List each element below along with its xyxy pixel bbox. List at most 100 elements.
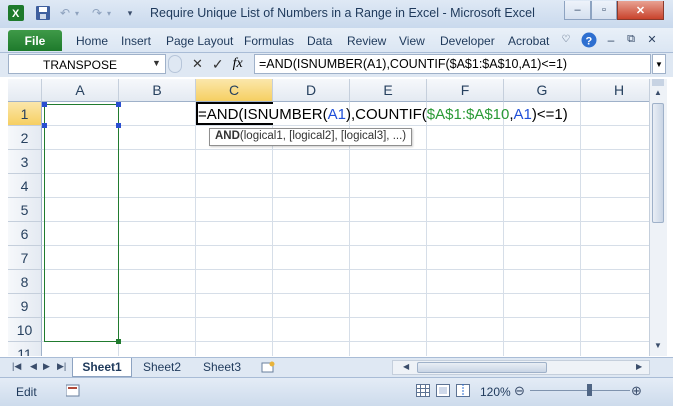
file-tab[interactable]: File [8, 30, 62, 51]
column-header-h[interactable]: H [581, 79, 649, 102]
scroll-up-icon[interactable]: ▲ [652, 88, 664, 101]
select-all-corner[interactable] [8, 79, 42, 102]
tab-review[interactable]: Review [347, 34, 386, 48]
range-handle[interactable] [42, 102, 47, 107]
range-handle[interactable] [116, 339, 121, 344]
prev-sheet-icon[interactable]: ◀ [30, 361, 37, 372]
customize-toolbar-icon[interactable]: ▾ [125, 5, 135, 21]
function-tooltip[interactable]: AND(logical1, [logical2], [logical3], ..… [209, 128, 413, 146]
column-header-g[interactable]: G [504, 79, 581, 102]
close-button[interactable]: ✕ [617, 1, 664, 20]
tab-home[interactable]: Home [76, 34, 108, 48]
next-sheet-icon[interactable]: ▶ [43, 361, 50, 372]
range-handle[interactable] [42, 123, 47, 128]
normal-view-icon[interactable] [416, 384, 430, 401]
row-header-11[interactable]: 11 [8, 342, 42, 356]
sheet-tab-sheet1[interactable]: Sheet1 [72, 358, 132, 377]
split-box-icon[interactable] [652, 79, 664, 86]
column-header-c[interactable]: C [196, 79, 273, 102]
save-icon[interactable] [35, 5, 51, 21]
formula-input[interactable]: =AND(ISNUMBER(A1),COUNTIF($A$1:$A$10,A1)… [254, 54, 651, 74]
tab-acrobat[interactable]: Acrobat [508, 34, 549, 48]
column-header-b[interactable]: B [119, 79, 196, 102]
excel-logo-icon[interactable]: X [7, 5, 25, 21]
name-box[interactable]: TRANSPOSE [8, 54, 166, 74]
last-sheet-icon[interactable]: ▶| [57, 361, 66, 372]
sheet-tabs-bar: |◀ ◀ ▶ ▶| Sheet1 Sheet2 Sheet3 ◀ ▶ [0, 357, 673, 378]
row-header-4[interactable]: 4 [8, 174, 42, 198]
row-header-6[interactable]: 6 [8, 222, 42, 246]
formula-token: $A$1:$A$10 [426, 106, 510, 123]
formula-token: A1 [513, 106, 532, 123]
column-header-f[interactable]: F [427, 79, 504, 102]
redo-icon[interactable]: ↷ [90, 5, 104, 21]
workbook-restore-icon[interactable]: ⧉ [625, 31, 637, 48]
chevron-down-icon[interactable]: ▼ [152, 58, 161, 68]
workbook-close-icon[interactable]: ✕ [646, 31, 658, 48]
column-header-e[interactable]: E [350, 79, 427, 102]
row-header-9[interactable]: 9 [8, 294, 42, 318]
page-layout-view-icon[interactable] [436, 384, 450, 401]
insert-sheet-icon[interactable] [258, 358, 278, 376]
restore-button[interactable]: ▫ [591, 1, 617, 20]
title-bar: X ↶ ▾ ↷ ▾ ▾ Require Unique List of Numbe… [0, 0, 673, 29]
vertical-scrollbar[interactable]: ▲ ▼ [649, 79, 667, 356]
status-bar: Edit 120% ⊖ ⊕ [0, 377, 673, 406]
row-header-7[interactable]: 7 [8, 246, 42, 270]
scroll-right-icon[interactable]: ▶ [636, 362, 642, 371]
row-header-3[interactable]: 3 [8, 150, 42, 174]
tab-developer[interactable]: Developer [440, 34, 495, 48]
row-header-5[interactable]: 5 [8, 198, 42, 222]
zoom-slider-thumb[interactable] [587, 384, 592, 396]
tab-page-layout[interactable]: Page Layout [166, 34, 233, 48]
enter-icon[interactable]: ✓ [212, 56, 224, 73]
ribbon-tabs: File Home Insert Page Layout Formulas Da… [0, 28, 673, 53]
column-header-d[interactable]: D [273, 79, 350, 102]
formula-token: =AND(ISNUMBER( [198, 106, 328, 123]
zoom-in-icon[interactable]: ⊕ [631, 383, 642, 399]
status-mode: Edit [16, 385, 37, 399]
formula-bar-resize-icon[interactable] [168, 55, 182, 73]
redo-dropdown-icon[interactable]: ▾ [105, 5, 113, 21]
workbook-minimize-icon[interactable]: – [605, 31, 617, 48]
undo-icon[interactable]: ↶ [58, 5, 72, 21]
ribbon-minimize-icon[interactable]: ♡ [560, 31, 572, 48]
sheet-tab-sheet2[interactable]: Sheet2 [134, 358, 190, 376]
undo-dropdown-icon[interactable]: ▾ [73, 5, 81, 21]
macro-record-icon[interactable] [65, 384, 80, 401]
column-header-a[interactable]: A [42, 79, 119, 102]
gridline [42, 269, 649, 270]
zoom-out-icon[interactable]: ⊖ [514, 383, 525, 399]
svg-text:X: X [12, 8, 20, 20]
cancel-icon[interactable]: ✕ [192, 56, 203, 72]
svg-text:?: ? [585, 35, 592, 47]
scroll-left-icon[interactable]: ◀ [403, 362, 409, 371]
help-icon[interactable]: ? [580, 31, 597, 48]
first-sheet-icon[interactable]: |◀ [12, 361, 21, 372]
range-handle[interactable] [116, 102, 121, 107]
row-header-2[interactable]: 2 [8, 126, 42, 150]
row-header-8[interactable]: 8 [8, 270, 42, 294]
tab-insert[interactable]: Insert [121, 34, 151, 48]
horizontal-scrollbar[interactable]: ◀ ▶ [392, 360, 650, 375]
expand-formula-bar-icon[interactable]: ▼ [652, 54, 666, 74]
scroll-down-icon[interactable]: ▼ [652, 341, 664, 354]
tab-formulas[interactable]: Formulas [244, 34, 294, 48]
insert-function-icon[interactable]: fx [233, 56, 243, 72]
gridline [42, 245, 649, 246]
sheet-tab-sheet3[interactable]: Sheet3 [194, 358, 250, 376]
zoom-slider[interactable] [530, 390, 630, 391]
gridline [42, 149, 649, 150]
page-break-view-icon[interactable] [456, 384, 470, 401]
row-header-10[interactable]: 10 [8, 318, 42, 342]
worksheet-grid[interactable]: ABCDEFGH 1 2 3 4 5 6 7 8 9 10 11 =AND(ISNUMBER(A1)… [8, 79, 649, 356]
tab-view[interactable]: View [399, 34, 425, 48]
horizontal-scroll-thumb[interactable] [417, 362, 547, 373]
minimize-button[interactable]: – [564, 1, 591, 20]
tab-data[interactable]: Data [307, 34, 332, 48]
row-header-1[interactable]: 1 [8, 102, 42, 126]
scroll-thumb[interactable] [652, 103, 664, 223]
zoom-level[interactable]: 120% [480, 385, 511, 399]
tooltip-function-name[interactable]: AND [215, 130, 240, 142]
range-handle[interactable] [116, 123, 121, 128]
